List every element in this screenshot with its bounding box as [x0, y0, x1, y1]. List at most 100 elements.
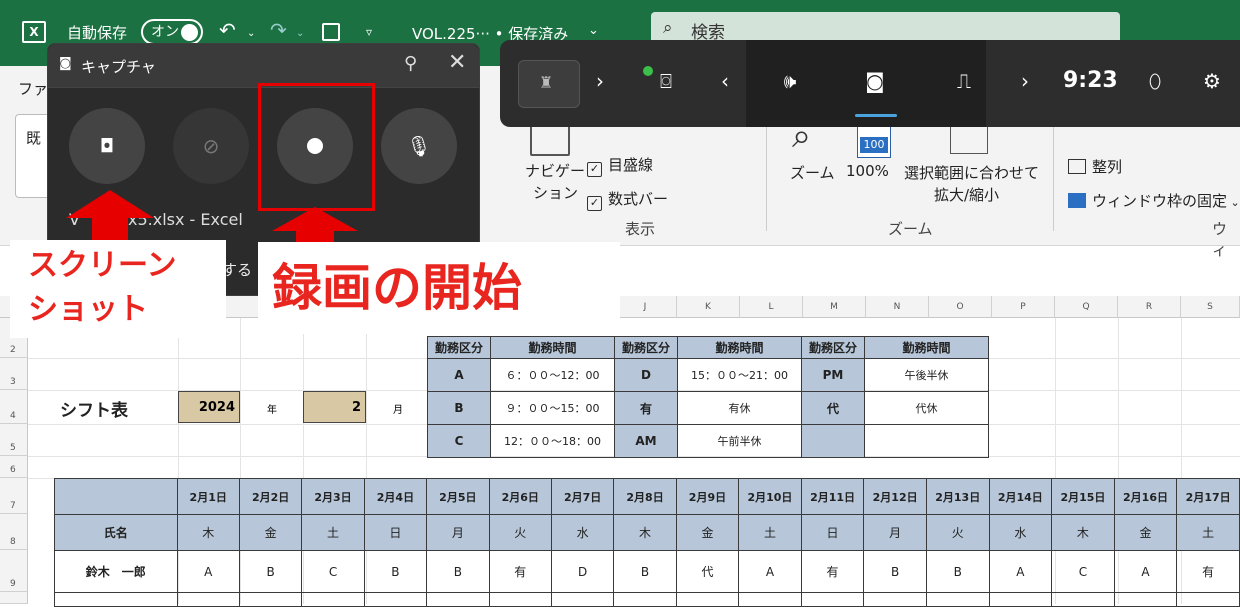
- corner-cell[interactable]: [54, 478, 178, 515]
- column-header-r[interactable]: R: [1118, 296, 1181, 318]
- row-header[interactable]: 3: [0, 358, 28, 390]
- column-header-q[interactable]: Q: [1055, 296, 1118, 318]
- legend-code[interactable]: 代: [801, 391, 865, 425]
- audio-icon[interactable]: 🕪: [772, 69, 808, 93]
- zoom-selection-label-2[interactable]: 拡大/縮小: [934, 184, 999, 205]
- name-header[interactable]: 氏名: [54, 514, 178, 551]
- row-header[interactable]: 9: [0, 550, 28, 592]
- column-header-o[interactable]: O: [929, 296, 992, 318]
- legend-time[interactable]: ９：００～15：00: [490, 391, 615, 425]
- legend-kubun-header[interactable]: 勤務区分: [801, 336, 865, 359]
- gridlines-checkbox[interactable]: ✓ 目盛線: [587, 154, 653, 177]
- weekday-cell[interactable]: 金: [675, 514, 740, 551]
- shift-cell[interactable]: 有: [488, 550, 552, 593]
- date-header[interactable]: 2月2日: [238, 478, 303, 515]
- date-header[interactable]: 2月14日: [988, 478, 1053, 515]
- weekday-cell[interactable]: 土: [738, 514, 802, 551]
- legend-time[interactable]: [864, 424, 989, 458]
- game-bar-home-button[interactable]: ♜: [518, 60, 580, 108]
- legend-code[interactable]: A: [427, 358, 491, 392]
- table-cell[interactable]: [613, 592, 677, 607]
- zoom-100-label[interactable]: 100%: [846, 162, 889, 180]
- column-header-n[interactable]: N: [866, 296, 929, 318]
- date-header[interactable]: 2月3日: [301, 478, 365, 515]
- row-header[interactable]: 8: [0, 514, 28, 550]
- weekday-cell[interactable]: 火: [488, 514, 552, 551]
- column-header-l[interactable]: L: [740, 296, 803, 318]
- legend-time[interactable]: 15：００～21：00: [677, 358, 802, 392]
- close-icon[interactable]: ✕: [448, 50, 466, 75]
- save-icon[interactable]: [322, 23, 340, 41]
- weekday-cell[interactable]: 月: [426, 514, 490, 551]
- date-header[interactable]: 2月7日: [550, 478, 615, 515]
- table-cell[interactable]: [863, 592, 927, 607]
- date-header[interactable]: 2月17日: [1176, 478, 1240, 515]
- navigation-pane-icon[interactable]: [530, 122, 570, 156]
- capture-widget-icon[interactable]: ◙: [857, 69, 893, 93]
- row-header[interactable]: 7: [0, 478, 28, 514]
- table-cell[interactable]: [925, 592, 990, 607]
- tab-file[interactable]: ファ: [18, 78, 48, 99]
- settings-gear-icon[interactable]: ⚙: [1197, 69, 1227, 93]
- undo-icon[interactable]: ↶: [219, 18, 236, 42]
- legend-code[interactable]: 有: [614, 391, 678, 425]
- table-cell[interactable]: [488, 592, 552, 607]
- date-header[interactable]: 2月11日: [800, 478, 865, 515]
- weekday-cell[interactable]: 日: [363, 514, 428, 551]
- shift-cell[interactable]: C: [301, 550, 365, 593]
- weekday-cell[interactable]: 水: [550, 514, 615, 551]
- weekday-cell[interactable]: 火: [925, 514, 990, 551]
- legend-code[interactable]: C: [427, 424, 491, 458]
- shift-cell[interactable]: 代: [675, 550, 740, 593]
- column-header-s[interactable]: S: [1181, 296, 1240, 318]
- weekday-cell[interactable]: 金: [238, 514, 303, 551]
- mouse-icon[interactable]: ⬯: [1140, 69, 1170, 93]
- legend-time[interactable]: 午前半休: [677, 424, 802, 458]
- table-cell[interactable]: [1113, 592, 1178, 607]
- undo-dropdown-icon[interactable]: ⌄: [247, 28, 255, 39]
- shift-cell[interactable]: C: [1051, 550, 1115, 593]
- shift-cell[interactable]: A: [988, 550, 1053, 593]
- column-header-j[interactable]: J: [614, 296, 677, 318]
- legend-time[interactable]: 午後半休: [864, 358, 989, 392]
- autosave-toggle[interactable]: オン: [141, 19, 203, 45]
- date-header[interactable]: 2月6日: [488, 478, 552, 515]
- date-header[interactable]: 2月10日: [738, 478, 802, 515]
- table-cell[interactable]: [675, 592, 740, 607]
- date-header[interactable]: 2月13日: [925, 478, 990, 515]
- shift-cell[interactable]: A: [1113, 550, 1178, 593]
- weekday-cell[interactable]: 木: [613, 514, 677, 551]
- shift-cell[interactable]: B: [613, 550, 677, 593]
- chevron-left-icon[interactable]: ‹: [715, 69, 735, 93]
- chevron-right-icon[interactable]: ›: [1015, 69, 1035, 93]
- row-header[interactable]: [0, 592, 28, 604]
- weekday-cell[interactable]: 土: [1176, 514, 1240, 551]
- table-cell[interactable]: [738, 592, 802, 607]
- table-cell[interactable]: [176, 592, 240, 607]
- shift-cell[interactable]: B: [426, 550, 490, 593]
- qat-customize-icon[interactable]: ▿: [366, 25, 372, 39]
- table-cell[interactable]: [988, 592, 1053, 607]
- legend-time[interactable]: 有休: [677, 391, 802, 425]
- shift-cell[interactable]: 有: [800, 550, 865, 593]
- date-header[interactable]: 2月12日: [863, 478, 927, 515]
- shift-cell[interactable]: A: [176, 550, 240, 593]
- excel-logo-icon[interactable]: X: [22, 21, 46, 43]
- legend-code[interactable]: [801, 424, 865, 458]
- performance-icon[interactable]: ⎍: [946, 69, 982, 93]
- column-header-k[interactable]: K: [677, 296, 740, 318]
- legend-kubun-header[interactable]: 勤務区分: [614, 336, 678, 359]
- legend-kubun-header[interactable]: 勤務区分: [427, 336, 491, 359]
- table-cell[interactable]: [426, 592, 490, 607]
- table-cell[interactable]: [238, 592, 303, 607]
- navigation-label-1[interactable]: ナビゲー: [525, 160, 585, 181]
- shift-cell[interactable]: B: [925, 550, 990, 593]
- date-header[interactable]: 2月5日: [426, 478, 490, 515]
- weekday-cell[interactable]: 土: [301, 514, 365, 551]
- year-cell[interactable]: 2024: [178, 391, 240, 423]
- weekday-cell[interactable]: 金: [1113, 514, 1178, 551]
- redo-icon[interactable]: ↷: [270, 18, 287, 42]
- date-header[interactable]: 2月4日: [363, 478, 428, 515]
- record-last-30s-button[interactable]: ⊘: [173, 108, 249, 184]
- filename-dropdown-icon[interactable]: ⌄: [588, 23, 599, 38]
